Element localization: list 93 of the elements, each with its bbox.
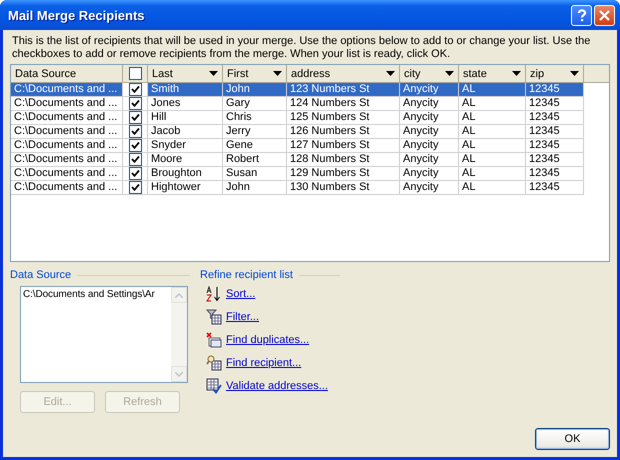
sort-icon — [206, 286, 222, 302]
table-cell: Anycity — [400, 97, 459, 111]
table-cell: AL — [459, 111, 526, 125]
table-cell: Anycity — [400, 139, 459, 153]
table-cell: Anycity — [400, 181, 459, 195]
table-cell: 127 Numbers St — [287, 139, 400, 153]
row-checkbox[interactable] — [128, 97, 142, 110]
table-cell: Anycity — [400, 167, 459, 181]
row-checkbox[interactable] — [128, 167, 142, 180]
table-cell: C:\Documents and ... — [11, 181, 123, 195]
table-cell: Susan — [223, 167, 287, 181]
table-cell: Anycity — [400, 125, 459, 139]
table-cell: 128 Numbers St — [287, 153, 400, 167]
table-cell: AL — [459, 139, 526, 153]
table-cell: Jerry — [223, 125, 287, 139]
table-cell: Hill — [148, 111, 223, 125]
find-icon — [206, 355, 222, 371]
close-icon — [599, 10, 610, 20]
list-item[interactable]: C:\Documents and Settings\Ar — [23, 289, 169, 300]
table-cell: C:\Documents and ... — [11, 83, 123, 97]
dropdown-icon[interactable] — [273, 71, 282, 76]
table-cell: 12345 — [526, 167, 584, 181]
table-cell: 12345 — [526, 125, 584, 139]
table-cell: 126 Numbers St — [287, 125, 400, 139]
table-cell: Anycity — [400, 153, 459, 167]
table-cell: 124 Numbers St — [287, 97, 400, 111]
group-label: Refine recipient list — [200, 269, 293, 281]
table-cell: Chris — [223, 111, 287, 125]
link[interactable]: Sort... — [226, 288, 256, 300]
dropdown-icon[interactable] — [570, 71, 579, 76]
table-cell: Robert — [223, 153, 287, 167]
table-cell: 123 Numbers St — [287, 83, 400, 97]
instructions-text: This is the list of recipients that will be used in your merge. Use the options below to add to or change your list. Use the checkboxes to add or remove recipients from the merge. When your list is ready, click OK. — [12, 35, 592, 61]
table-cell: 130 Numbers St — [287, 181, 400, 195]
column-header[interactable]: zip — [526, 65, 584, 83]
table-cell: Jones — [148, 97, 223, 111]
column-header[interactable]: Last — [148, 65, 223, 83]
table-cell: AL — [459, 153, 526, 167]
select-all-checkbox[interactable] — [128, 67, 142, 80]
column-header[interactable]: city — [400, 65, 459, 83]
table-cell: Broughton — [148, 167, 223, 181]
link[interactable]: Filter... — [226, 311, 260, 323]
row-checkbox[interactable] — [128, 125, 142, 138]
table-cell: Gene — [223, 139, 287, 153]
row-checkbox[interactable] — [128, 139, 142, 152]
duplicates-icon — [206, 332, 222, 348]
data-source-list[interactable]: C:\Documents and Settings\Ar — [20, 286, 188, 383]
table-cell: 12345 — [526, 97, 584, 111]
ok-button[interactable]: OK — [535, 428, 610, 450]
row-checkbox[interactable] — [128, 111, 142, 124]
table-cell: 12345 — [526, 153, 584, 167]
link[interactable]: Find duplicates... — [226, 334, 310, 346]
table-cell: Gary — [223, 97, 287, 111]
dropdown-icon[interactable] — [209, 71, 218, 76]
row-checkbox[interactable] — [128, 83, 142, 96]
table-cell: 12345 — [526, 139, 584, 153]
window-title: Mail Merge Recipients — [8, 8, 146, 22]
table-cell: 12345 — [526, 181, 584, 195]
validate-icon — [206, 378, 222, 394]
table-cell: AL — [459, 125, 526, 139]
table-cell: 129 Numbers St — [287, 167, 400, 181]
row-checkbox[interactable] — [128, 181, 142, 194]
table-cell: AL — [459, 83, 526, 97]
filter-icon — [206, 309, 222, 325]
table-cell: Moore — [148, 153, 223, 167]
column-header[interactable]: Data Source — [11, 65, 123, 83]
link[interactable]: Validate addresses... — [226, 380, 328, 392]
help-icon — [576, 8, 586, 22]
group-label: Data Source — [10, 269, 72, 281]
column-header[interactable]: address — [287, 65, 400, 83]
table-cell: AL — [459, 181, 526, 195]
table-cell: 12345 — [526, 83, 584, 97]
table-cell: AL — [459, 97, 526, 111]
table-cell: John — [223, 181, 287, 195]
table-cell: Snyder — [148, 139, 223, 153]
dropdown-icon[interactable] — [445, 71, 454, 76]
dropdown-icon[interactable] — [512, 71, 521, 76]
table-cell: Jacob — [148, 125, 223, 139]
table-cell: Anycity — [400, 83, 459, 97]
table-cell: 12345 — [526, 111, 584, 125]
table-cell: AL — [459, 167, 526, 181]
dropdown-icon[interactable] — [386, 71, 395, 76]
table-cell: John — [223, 83, 287, 97]
table-cell: Smith — [148, 83, 223, 97]
table-cell: Hightower — [148, 181, 223, 195]
table-cell: 125 Numbers St — [287, 111, 400, 125]
column-header[interactable]: First — [223, 65, 287, 83]
table-cell: Anycity — [400, 111, 459, 125]
row-checkbox[interactable] — [128, 153, 142, 166]
close-button[interactable] — [594, 4, 615, 26]
column-header[interactable]: state — [459, 65, 526, 83]
link[interactable]: Find recipient... — [226, 357, 302, 369]
help-button[interactable] — [571, 4, 592, 26]
